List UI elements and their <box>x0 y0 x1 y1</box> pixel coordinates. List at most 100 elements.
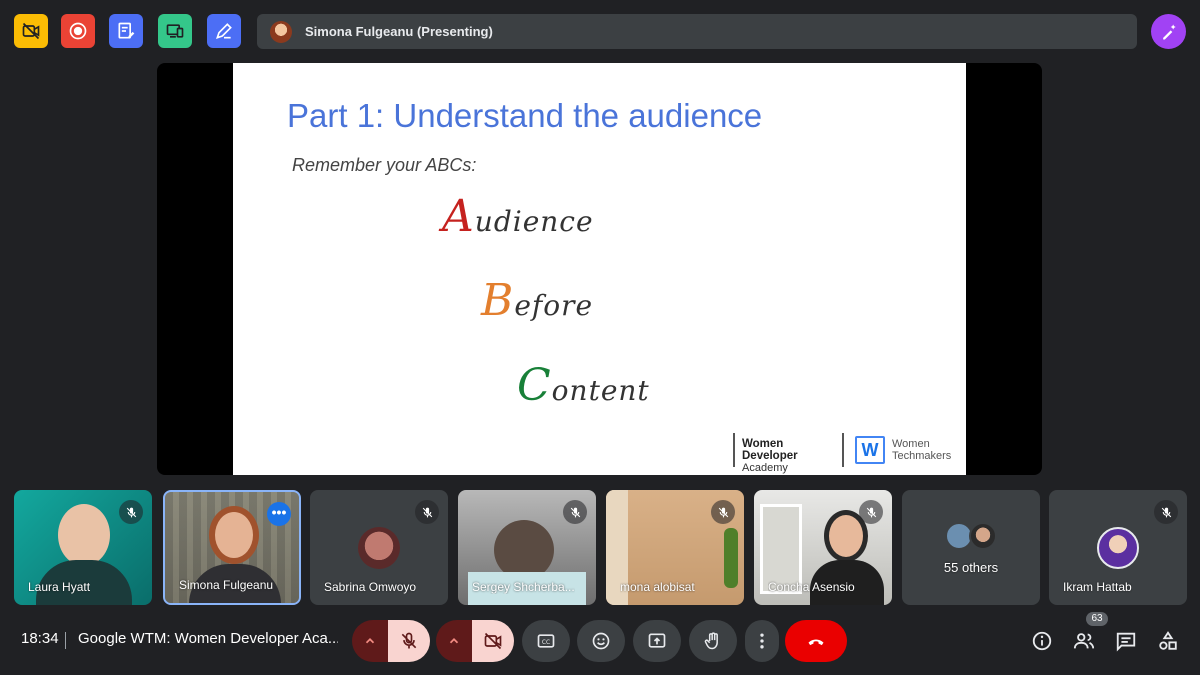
participant-tile[interactable]: Sergey Shcherba... <box>458 490 596 605</box>
hang-up-icon <box>808 639 824 646</box>
audio-options-button[interactable] <box>352 620 388 662</box>
hand-icon <box>704 632 718 650</box>
participant-name: Sabrina Omwoyo <box>324 580 417 594</box>
participant-strip: Laura Hyatt ••• Simona Fulgeanu Sabrina … <box>14 490 1187 605</box>
participant-tile[interactable]: Laura Hyatt <box>14 490 152 605</box>
companion-button[interactable] <box>1151 14 1186 49</box>
others-count: 55 others <box>943 560 999 575</box>
toggle-video-button[interactable] <box>14 14 48 48</box>
bottom-bar: 18:34 Google WTM: Women Developer Aca...… <box>0 612 1200 675</box>
participant-name: Concha Asensio <box>768 580 855 594</box>
presenter-name: Simona Fulgeanu (Presenting) <box>305 24 493 39</box>
wtm-logo-line1: Women <box>892 438 930 450</box>
mic-off-icon <box>422 507 432 517</box>
muted-indicator <box>1154 500 1178 524</box>
presenter-banner[interactable]: Simona Fulgeanu (Presenting) <box>257 14 1137 49</box>
participant-video <box>58 504 110 566</box>
mic-off-icon <box>570 507 580 517</box>
mic-off-icon <box>1161 507 1171 517</box>
meeting-details-button[interactable] <box>1029 628 1055 654</box>
muted-indicator <box>859 500 883 524</box>
camera-off-icon <box>484 632 502 650</box>
abc-rest-a: udience <box>474 205 594 238</box>
meeting-title[interactable]: Google WTM: Women Developer Aca... <box>78 630 338 647</box>
participant-video <box>209 506 259 564</box>
more-options-button[interactable] <box>745 620 779 662</box>
activities-button[interactable] <box>1155 628 1181 654</box>
abc-cap-b: B <box>481 275 515 326</box>
wtm-logo-line2: Techmakers <box>892 450 952 462</box>
mic-off-icon <box>866 507 876 517</box>
slide-subtitle: Remember your ABCs: <box>292 155 477 175</box>
abc-audience: Audience <box>442 191 594 242</box>
wtm-logo: Women Techmakers <box>892 438 962 462</box>
muted-indicator <box>711 500 735 524</box>
video-options-button[interactable] <box>436 620 472 662</box>
participant-name: Sergey Shcherba... <box>472 580 575 594</box>
mic-off-icon <box>718 507 728 517</box>
abc-rest-b: efore <box>514 289 594 322</box>
info-icon <box>1032 631 1052 651</box>
top-bar: Simona Fulgeanu (Presenting) <box>0 0 1200 62</box>
closed-captions-icon: CC <box>537 634 555 648</box>
muted-indicator <box>563 500 587 524</box>
wda-logo-line2: Academy <box>742 462 788 474</box>
participant-name: Laura Hyatt <box>28 580 91 594</box>
mic-toggle-button[interactable] <box>388 620 430 662</box>
abc-cap-c: C <box>517 360 552 411</box>
captions-button[interactable]: CC <box>522 620 570 662</box>
chevron-up-icon <box>365 638 375 644</box>
wtm-logo-icon: W <box>855 436 885 464</box>
activities-icon <box>1159 631 1177 650</box>
abc-content: Content <box>517 360 650 411</box>
participant-tile-active[interactable]: ••• Simona Fulgeanu <box>163 490 301 605</box>
others-tile[interactable]: 55 others <box>902 490 1040 605</box>
slide: Part 1: Understand the audience Remember… <box>233 63 966 475</box>
abc-before: Before <box>481 275 593 326</box>
raise-hand-button[interactable] <box>689 620 737 662</box>
notes-icon <box>118 22 135 39</box>
abc-cap-a: A <box>442 191 475 242</box>
reactions-button[interactable] <box>577 620 625 662</box>
chat-button[interactable] <box>1113 628 1139 654</box>
avatar <box>969 522 997 550</box>
participant-tile[interactable]: Concha Asensio <box>754 490 892 605</box>
camera-toggle-button[interactable] <box>472 620 514 662</box>
devices-button[interactable] <box>158 14 192 48</box>
slide-title: Part 1: Understand the audience <box>287 97 763 134</box>
divider <box>65 632 66 649</box>
wda-logo-line1: Women Developer <box>742 438 798 462</box>
avatar <box>1097 527 1139 569</box>
avatar <box>270 20 292 43</box>
end-call-button[interactable] <box>785 620 847 662</box>
participant-name: mona alobisat <box>620 580 695 594</box>
people-icon <box>1073 633 1095 649</box>
notes-button[interactable] <box>109 14 143 48</box>
participant-tile[interactable]: Ikram Hattab <box>1049 490 1187 605</box>
sparkle-pen-icon <box>1162 24 1176 39</box>
annotate-button[interactable] <box>207 14 241 48</box>
mic-off-icon <box>126 507 136 517</box>
svg-text:CC: CC <box>542 640 550 646</box>
record-icon <box>69 22 87 40</box>
participant-name: Simona Fulgeanu <box>179 578 274 592</box>
participant-video <box>494 520 554 580</box>
mic-off-icon <box>401 632 417 649</box>
present-button[interactable] <box>633 620 681 662</box>
avatar <box>358 527 400 569</box>
more-options-icon[interactable]: ••• <box>267 502 291 526</box>
more-vert-icon <box>760 633 764 649</box>
record-button[interactable] <box>61 14 95 48</box>
muted-indicator <box>415 500 439 524</box>
participant-tile[interactable]: mona alobisat <box>606 490 744 605</box>
no-video-icon <box>22 22 40 40</box>
chevron-up-icon <box>449 638 459 644</box>
participant-name: Ikram Hattab <box>1063 580 1132 594</box>
wda-logo: Women Developer Academy <box>733 433 844 474</box>
people-button[interactable] <box>1071 628 1097 654</box>
chat-icon <box>1116 632 1136 652</box>
meeting-clock: 18:34 <box>21 630 59 647</box>
plant-decoration <box>724 528 738 588</box>
emoji-icon <box>592 632 610 650</box>
participant-tile[interactable]: Sabrina Omwoyo <box>310 490 448 605</box>
